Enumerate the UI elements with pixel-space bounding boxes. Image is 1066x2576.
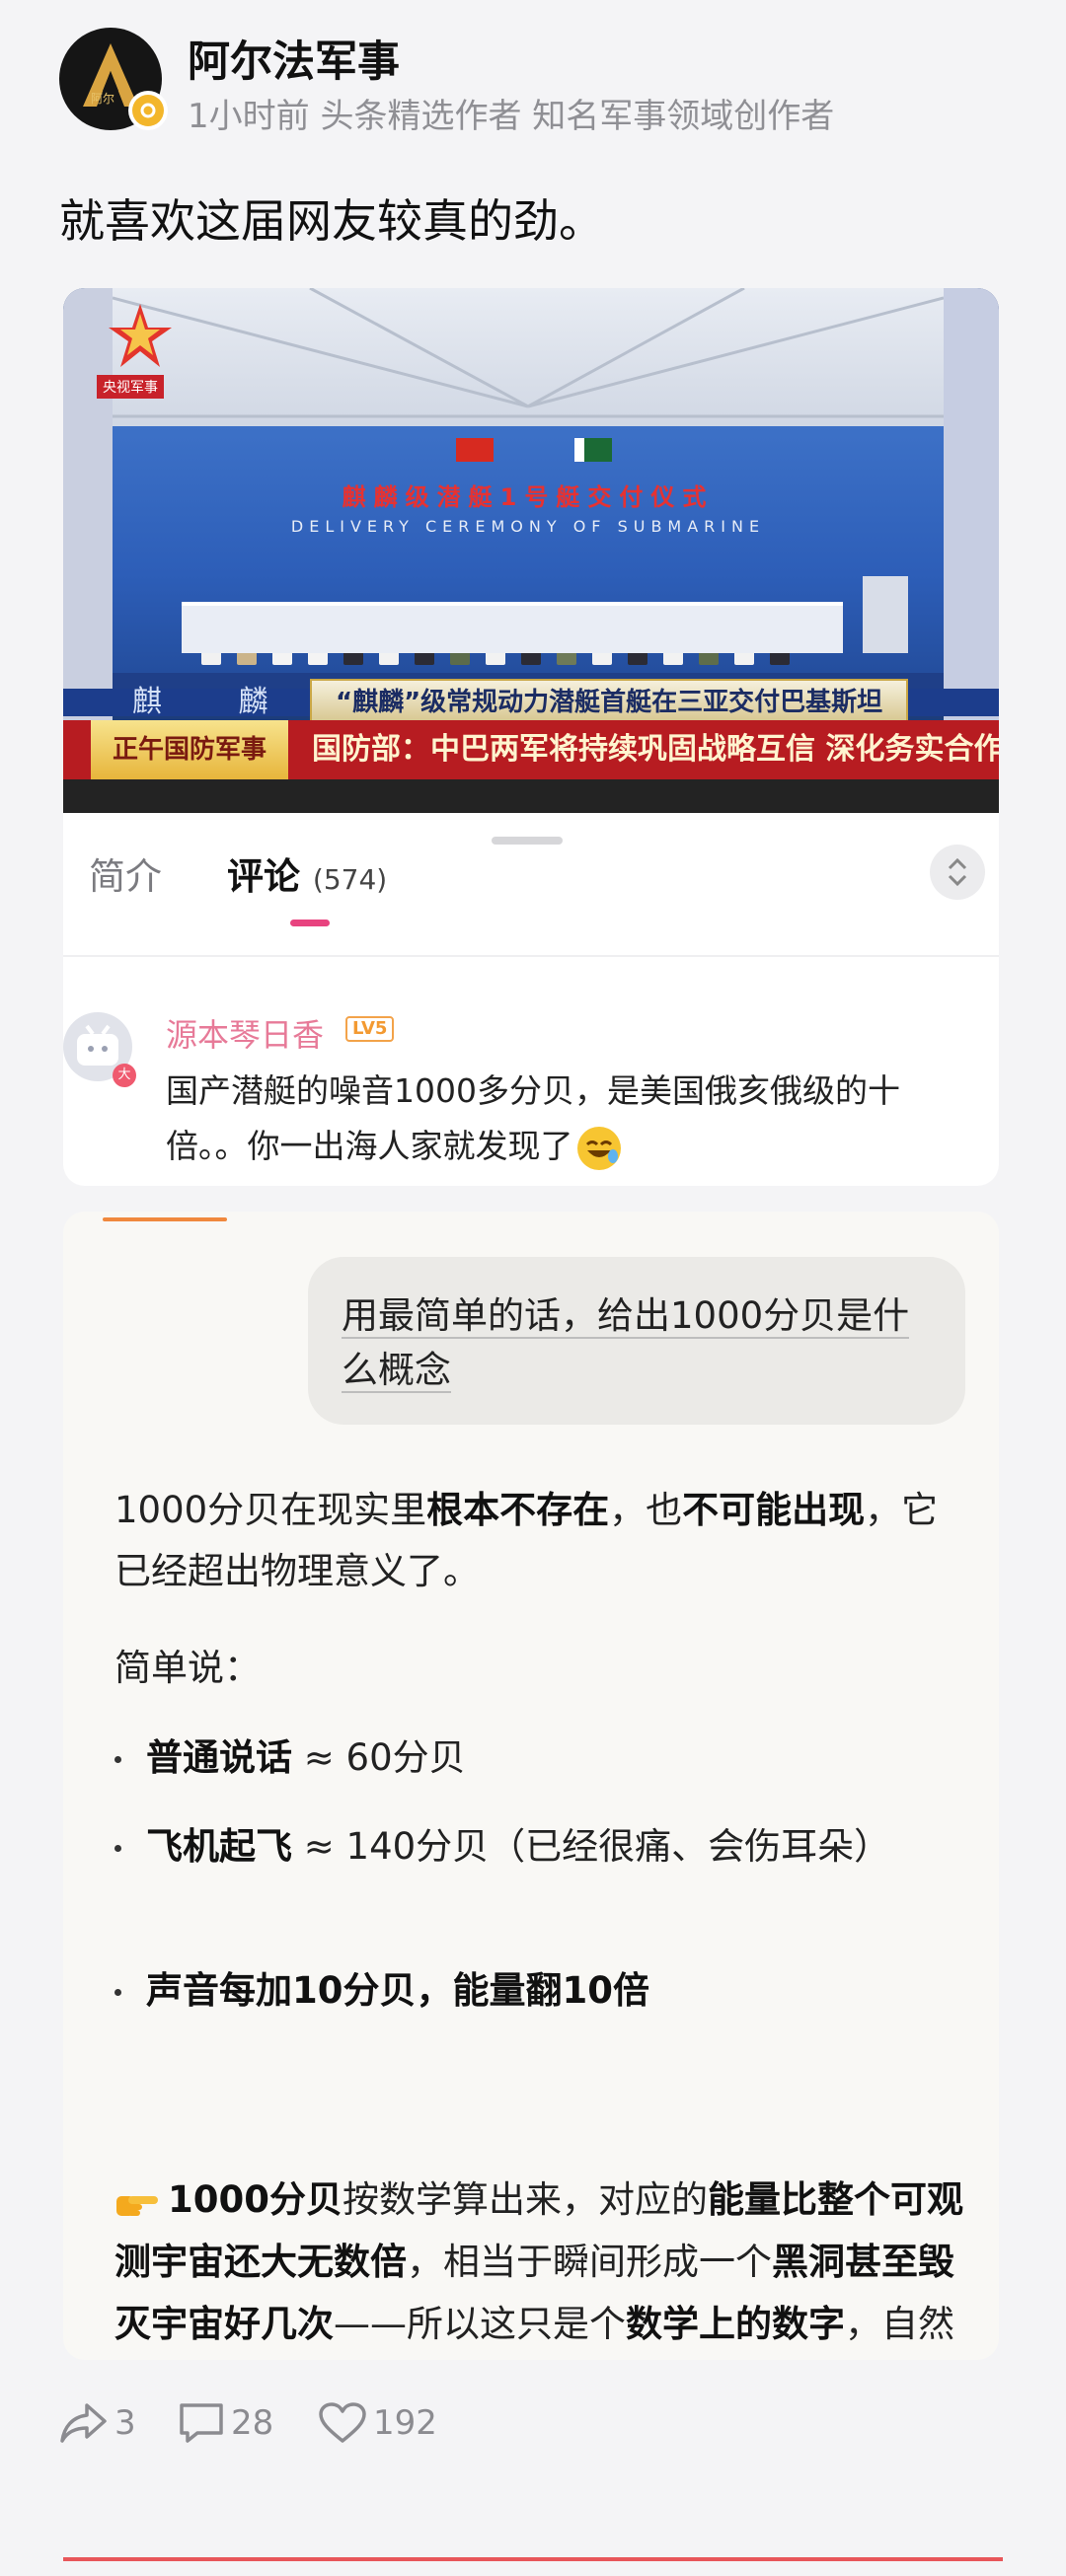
author-avatar[interactable]: 阿尔: [59, 28, 168, 130]
like-count: 192: [373, 2403, 437, 2443]
tab-divider: [63, 955, 999, 957]
share-icon: [60, 2403, 107, 2443]
comment-count: 28: [231, 2403, 274, 2443]
china-flag: [456, 438, 494, 462]
answer-text: ，也: [609, 1489, 683, 1531]
answer-text: 1000分贝在现实里: [114, 1489, 427, 1531]
svg-text:阿尔: 阿尔: [91, 91, 114, 106]
answer-bold: 飞机起飞: [146, 1825, 292, 1868]
tab-comments-count: (574): [312, 863, 388, 896]
user-prompt: 用最简单的话，给出1000分贝是什么概念: [342, 1294, 910, 1393]
backdrop-title: 麒麟级潜艇1号艇交付仪式: [342, 483, 715, 511]
bullet-text: 声音每加10分贝，能量翻10倍: [146, 1963, 936, 2019]
tent-frame: [112, 288, 945, 418]
chevron-up-down-icon: [948, 857, 967, 887]
answer-text: 按数学算出来，对应的: [342, 2178, 708, 2221]
video-player[interactable]: 麒麟级潜艇1号艇交付仪式 DELIVERY CEREMONY OF SUBMAR…: [63, 288, 999, 813]
comment-body: 国产潜艇的噪音1000多分贝，是美国俄亥俄级的十倍。。你一出海人家就发现了: [166, 1071, 900, 1165]
expand-toggle-button[interactable]: [930, 845, 985, 900]
bullet-text: 飞机起飞 ≈ 140分贝（已经很痛、会伤耳朵）: [146, 1819, 936, 1875]
backdrop-subtitle: DELIVERY CEREMONY OF SUBMARINE: [290, 517, 766, 536]
user-message-text: 用最简单的话，给出1000分贝是什么概念: [342, 1288, 934, 1397]
answer-text: ——所以这只是个: [334, 2303, 626, 2345]
answer-bold: 声音每加10分贝，能量翻10倍: [146, 1969, 649, 2012]
comment-text: 国产潜艇的噪音1000多分贝，是美国俄亥俄级的十倍。。你一出海人家就发现了: [166, 1064, 975, 1174]
like-button[interactable]: 192: [318, 2401, 437, 2445]
tab-comments-label: 评论: [227, 855, 300, 898]
answer-bold: 1000分贝: [168, 2178, 343, 2221]
podium: [863, 576, 908, 653]
show-name: 正午国防军事: [91, 720, 288, 779]
laughing-emoji-icon: [576, 1126, 621, 1170]
bottom-accent-line: [63, 2557, 1003, 2561]
answer-bold: 普通说话: [146, 1736, 292, 1779]
pakistan-flag: [574, 438, 612, 462]
tab-active-indicator: [290, 920, 330, 926]
screenshot-card-chat: 用最简单的话，给出1000分贝是什么概念 1000分贝在现实里根本不存在，也不可…: [63, 1212, 999, 2360]
answer-text: ≈ 60分贝: [292, 1736, 466, 1779]
card-accent-bar: [103, 1217, 227, 1221]
author-name[interactable]: 阿尔法军事: [188, 28, 400, 89]
post-actions: 3 28 192: [59, 2401, 553, 2451]
answer-bold: 根本不存在: [426, 1489, 610, 1531]
tab-intro[interactable]: 简介: [89, 846, 162, 900]
bullet-dot: [114, 1989, 121, 1996]
answer-paragraph-1: 1000分贝在现实里根本不存在，也不可能出现，它已经超出物理意义了。: [114, 1480, 963, 1602]
answer-text: ≈ 140分贝（已经很痛、会伤耳朵）: [292, 1825, 891, 1868]
bullet-dot: [114, 1756, 121, 1763]
bullet-text: 普通说话 ≈ 60分贝: [146, 1730, 936, 1786]
user-message-bubble: 用最简单的话，给出1000分贝是什么概念: [308, 1257, 965, 1425]
video-bottom-band: [63, 779, 999, 813]
avatar-badge: 大: [113, 1064, 136, 1087]
share-count: 3: [114, 2403, 136, 2443]
verified-badge-icon: [128, 91, 168, 130]
tent-roof: [112, 288, 945, 436]
channel-label: 央视军事: [97, 375, 164, 399]
answer-bold: 数学上的数字: [626, 2303, 845, 2345]
cctv-star-logo-icon: [109, 304, 172, 367]
ceremony-table: [182, 602, 843, 653]
comment-icon: [180, 2403, 223, 2443]
sheet-drag-handle[interactable]: [492, 837, 563, 845]
heart-icon: [319, 2402, 366, 2443]
bullet-dot: [114, 1845, 121, 1852]
user-level-badge: LV5: [345, 1016, 395, 1042]
share-button[interactable]: 3: [59, 2401, 136, 2445]
answer-text: ，相当于瞬间形成一个: [407, 2241, 772, 2283]
ticker-subtitle: “麒麟”级常规动力潜艇首艇在三亚交付巴基斯坦: [310, 679, 909, 722]
answer-paragraph-conclusion: 1000分贝按数学算出来，对应的能量比整个可观测宇宙还大无数倍，相当于瞬间形成一…: [114, 2169, 963, 2360]
post-header: 阿尔 阿尔法军事 1小时前 头条精选作者 知名军事领域创作者: [59, 28, 1007, 136]
pointing-hand-icon: [116, 2195, 158, 2216]
news-headline: 国防部：中巴两军将持续巩固战略互信 深化务实合作: [312, 732, 999, 767]
tab-comments[interactable]: 评论 (574): [227, 846, 387, 900]
author-meta: 1小时前 头条精选作者 知名军事领域创作者: [188, 97, 835, 136]
screenshot-card-video: 麒麟级潜艇1号艇交付仪式 DELIVERY CEREMONY OF SUBMAR…: [63, 288, 999, 1186]
answer-paragraph-2: 简单说：: [114, 1647, 261, 1689]
answer-bold: 不可能出现: [682, 1489, 866, 1531]
commenter-username[interactable]: 源本琴日香: [166, 1010, 324, 1056]
post-text: 就喜欢这届网友较真的劲。: [59, 194, 604, 248]
comment-button[interactable]: 28: [178, 2401, 273, 2445]
